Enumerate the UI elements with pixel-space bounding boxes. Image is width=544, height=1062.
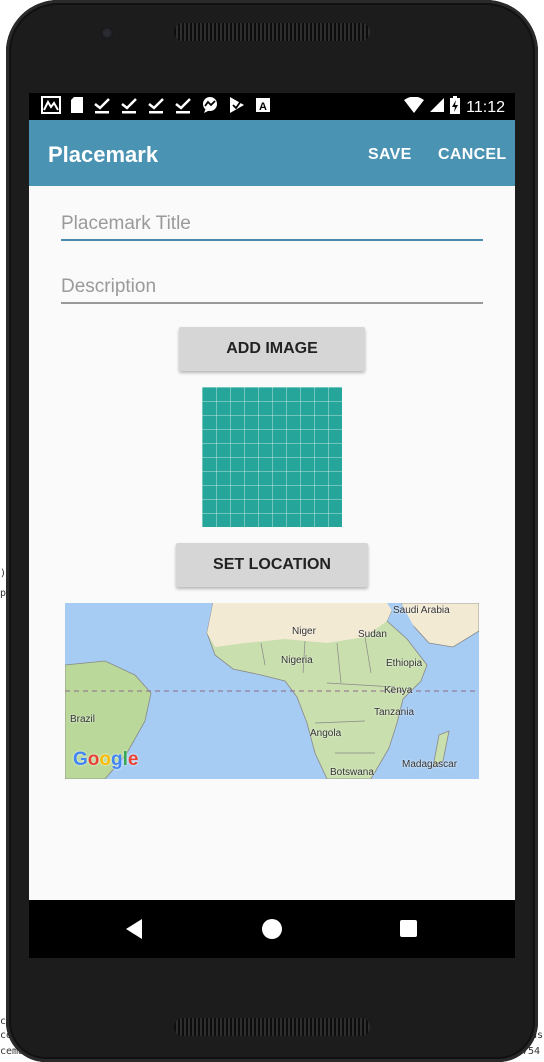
wifi-icon: [404, 96, 425, 119]
placemark-image: [202, 387, 342, 527]
cancel-button[interactable]: CANCEL: [438, 146, 506, 164]
google-logo: Google: [73, 749, 139, 770]
home-icon[interactable]: [262, 919, 282, 939]
placemark-title-input[interactable]: [61, 209, 483, 241]
check-icon: [93, 96, 111, 120]
map-label: Brazil: [70, 714, 96, 725]
back-icon[interactable]: [126, 919, 142, 939]
bottom-speaker: [174, 1018, 370, 1036]
battery-charging-icon: [450, 96, 461, 120]
phone-screen: A 11:12 Placemark SAVE CANCEL ADD IMAGE …: [29, 93, 515, 958]
map-label: Niger: [292, 626, 316, 637]
map-label: Botswana: [330, 767, 374, 778]
map-view[interactable]: Saudi Arabia Niger Sudan Nigeria Ethiopi…: [65, 603, 479, 779]
toolbar-title: Placemark: [48, 142, 159, 167]
check-icon: [147, 96, 165, 120]
status-right-group: 11:12: [404, 96, 505, 120]
cell-signal-icon: [430, 98, 445, 118]
navigation-bar: [29, 900, 515, 958]
map-label: Sudan: [358, 629, 387, 640]
description-input[interactable]: [61, 272, 483, 304]
status-bar: A 11:12: [29, 93, 515, 120]
recent-apps-icon[interactable]: [400, 920, 417, 937]
add-image-button[interactable]: ADD IMAGE: [179, 327, 365, 371]
top-speaker: [174, 23, 370, 41]
check-icon: [174, 96, 192, 120]
save-button[interactable]: SAVE: [368, 146, 412, 164]
clock: 11:12: [466, 99, 505, 116]
app-toolbar: Placemark SAVE CANCEL: [29, 120, 515, 186]
map-label: Madagascar: [402, 759, 458, 770]
map-label: Angola: [310, 728, 342, 739]
map-label: Saudi Arabia: [393, 605, 450, 616]
set-location-button[interactable]: SET LOCATION: [176, 543, 368, 587]
map-label: Ethiopia: [386, 658, 423, 669]
map-label: Nigeria: [281, 655, 313, 666]
play-icon: [228, 96, 246, 120]
check-icon: [120, 96, 138, 120]
map-label: Tanzania: [374, 707, 415, 718]
a-icon: A: [255, 96, 271, 120]
messenger-icon: [201, 96, 219, 120]
front-camera: [101, 27, 113, 39]
svg-text:A: A: [259, 101, 267, 113]
sd-card-icon: [70, 96, 84, 120]
notification-icons: A: [41, 96, 271, 120]
map-label: Kenya: [384, 685, 413, 696]
gallery-icon: [41, 96, 61, 120]
